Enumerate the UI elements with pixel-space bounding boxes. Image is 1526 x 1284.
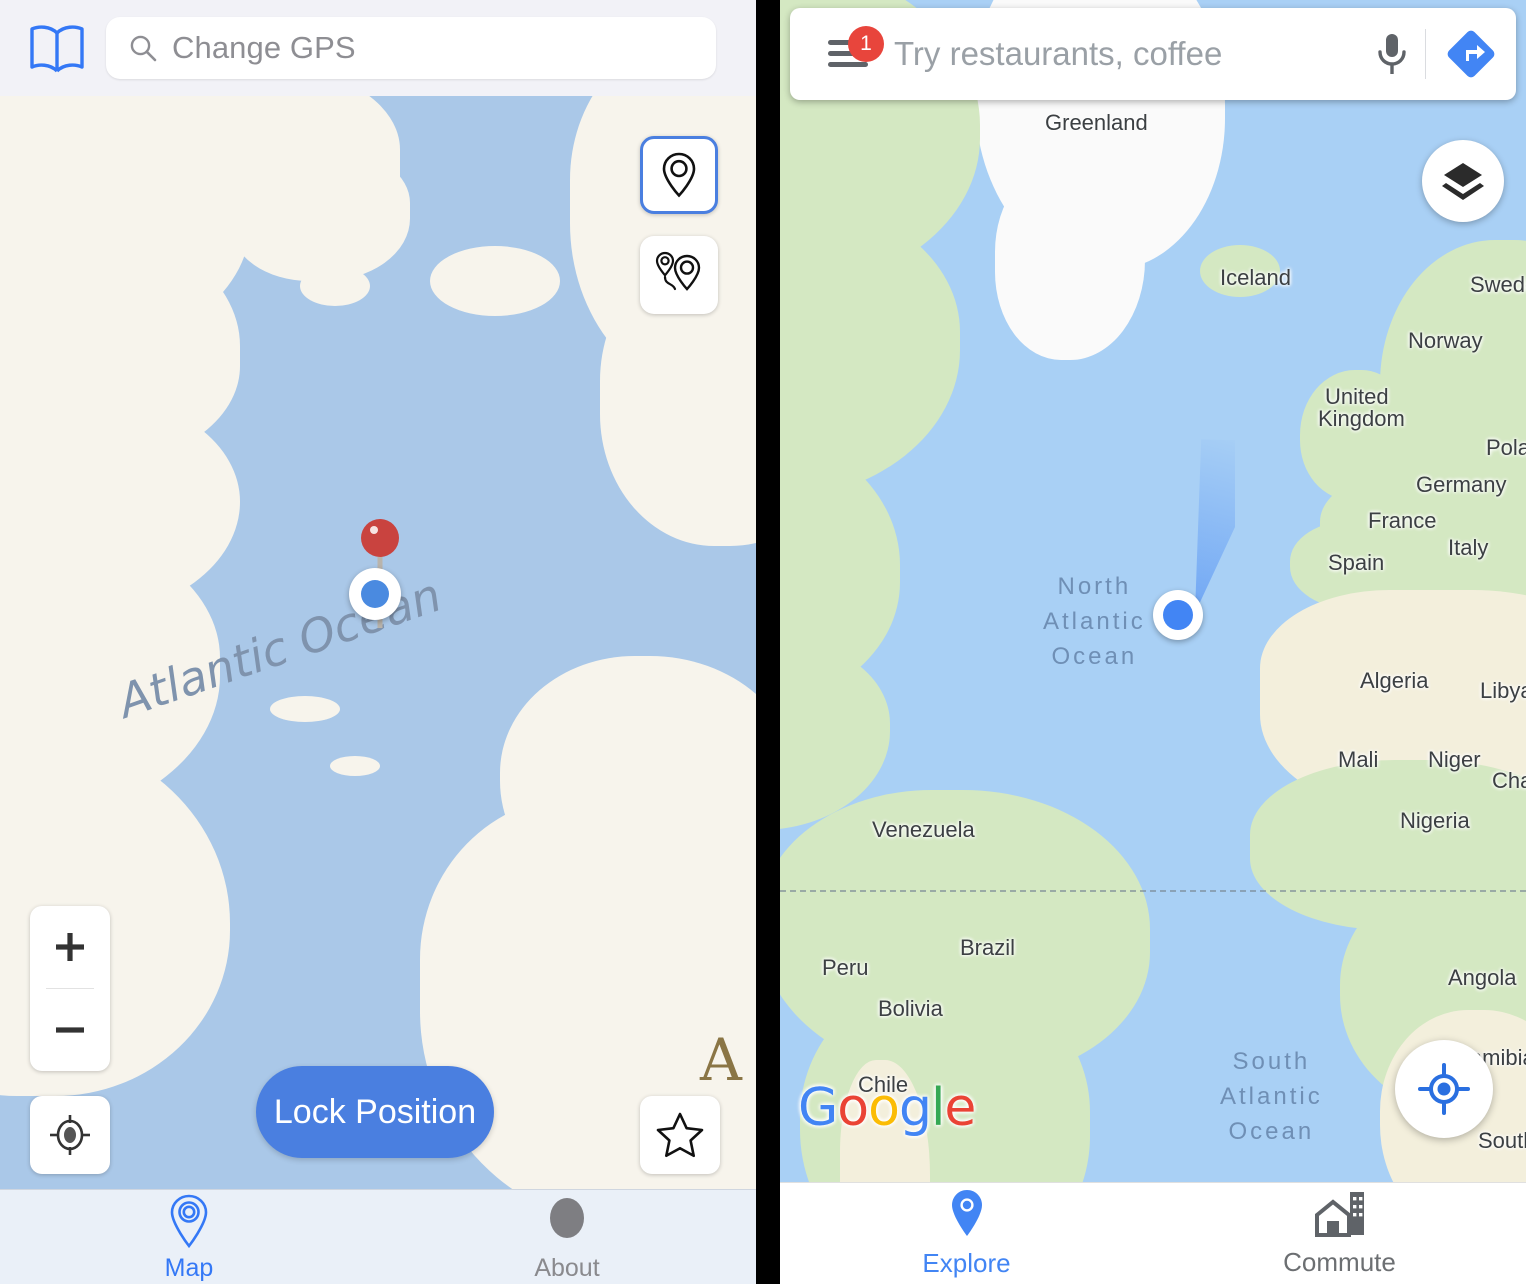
ocean-label: South Atlantic Ocean xyxy=(1220,1048,1323,1145)
search-input[interactable]: Change GPS xyxy=(106,17,716,79)
country-label: Algeria xyxy=(1360,668,1429,693)
locate-crosshair-icon xyxy=(50,1115,90,1155)
left-tab-bar: Map About xyxy=(0,1189,756,1284)
logo-letter: g xyxy=(898,1078,932,1138)
heading-cone xyxy=(1155,425,1275,615)
zoom-in-button[interactable] xyxy=(30,906,110,988)
layers-icon xyxy=(1442,163,1484,200)
landmass-greenland-south xyxy=(995,160,1145,360)
country-label: Nigeria xyxy=(1400,808,1470,833)
country-label: Sweden xyxy=(1470,272,1526,297)
landmass xyxy=(270,696,340,722)
plus-icon xyxy=(56,933,84,961)
country-label: Venezuela xyxy=(872,817,975,842)
country-label: Spain xyxy=(1328,550,1385,575)
search-icon xyxy=(128,33,158,63)
tab-commute[interactable]: Commute xyxy=(1153,1183,1526,1284)
map-pin-icon xyxy=(951,1190,982,1236)
user-location-dot-core xyxy=(1163,600,1193,630)
multi-pin-route-button[interactable] xyxy=(640,236,718,314)
google-search-bar[interactable]: 1 Try restaurants, coffee xyxy=(790,8,1516,100)
right-google-maps-panel: Google GreenlandIcelandSwedenNorwayUnite… xyxy=(780,0,1526,1284)
country-label: Niger xyxy=(1428,747,1481,772)
ocean-label: North Atlantic Ocean xyxy=(1043,573,1146,670)
favorite-button[interactable] xyxy=(640,1096,720,1174)
country-label: South A xyxy=(1478,1128,1526,1153)
country-label: Libya xyxy=(1480,678,1526,703)
country-label: Germany xyxy=(1416,472,1507,497)
logo-letter: G xyxy=(798,1078,838,1138)
landmass xyxy=(430,246,560,316)
google-map-canvas[interactable]: Google GreenlandIcelandSwedenNorwayUnite… xyxy=(780,0,1526,1284)
tab-about[interactable]: About xyxy=(378,1190,756,1284)
user-location-dot-core xyxy=(361,580,389,608)
microphone-icon xyxy=(1378,34,1406,74)
directions-diamond-icon xyxy=(1447,30,1495,78)
circle-icon xyxy=(550,1197,584,1238)
book-icon[interactable] xyxy=(18,22,96,74)
tab-explore-label: Explore xyxy=(922,1248,1011,1278)
landmass xyxy=(230,151,410,281)
country-label: Greenland xyxy=(1045,110,1148,135)
layers-button[interactable] xyxy=(1422,140,1504,222)
continent-initial-label: A xyxy=(700,1026,742,1094)
equator-line xyxy=(780,890,1526,892)
landmass xyxy=(300,266,370,306)
left-map-canvas[interactable]: Atlantic Ocean A Lock Position xyxy=(0,96,756,1189)
country-label: Italy xyxy=(1448,535,1489,560)
single-pin-mode-button[interactable] xyxy=(640,136,718,214)
right-tab-bar: Explore Commute xyxy=(780,1182,1526,1284)
country-label: Chad xyxy=(1492,768,1526,793)
user-location-dot xyxy=(1153,590,1203,640)
menu-button[interactable]: 1 xyxy=(828,26,884,74)
country-label: Poland xyxy=(1486,435,1526,460)
lock-position-button[interactable]: Lock Position xyxy=(256,1066,494,1158)
country-label: Peru xyxy=(822,955,869,980)
multi-pin-route-icon xyxy=(655,251,701,291)
directions-button[interactable] xyxy=(1426,27,1516,81)
menu-badge: 1 xyxy=(848,26,884,62)
pin-icon xyxy=(662,152,696,198)
country-label: France xyxy=(1368,508,1437,533)
locate-me-button[interactable] xyxy=(30,1096,110,1174)
user-location-dot xyxy=(349,568,401,620)
tab-map-label: Map xyxy=(164,1253,214,1282)
tab-about-label: About xyxy=(534,1253,600,1282)
my-location-button[interactable] xyxy=(1395,1040,1493,1138)
country-label: Kingdom xyxy=(1318,406,1405,431)
tab-commute-label: Commute xyxy=(1283,1247,1396,1277)
voice-search-button[interactable] xyxy=(1359,31,1425,77)
country-label: Norway xyxy=(1408,328,1483,353)
country-label: Angola xyxy=(1448,965,1517,990)
search-placeholder: Try restaurants, coffee xyxy=(894,35,1223,72)
landmass xyxy=(330,756,380,776)
left-gps-app-panel: Atlantic Ocean A Lock Position Change GP… xyxy=(0,0,756,1284)
logo-letter: o xyxy=(837,1078,869,1138)
logo-letter: e xyxy=(944,1078,976,1138)
logo-letter: l xyxy=(930,1078,945,1138)
zoom-out-button[interactable] xyxy=(30,989,110,1071)
country-label: Brazil xyxy=(960,935,1016,960)
country-label: Mali xyxy=(1338,747,1379,772)
tab-explore[interactable]: Explore xyxy=(780,1183,1153,1284)
zoom-controls[interactable] xyxy=(30,906,110,1071)
star-outline-icon xyxy=(656,1112,704,1158)
left-toolbar: Change GPS xyxy=(0,0,756,96)
country-label: Iceland xyxy=(1220,265,1291,290)
my-location-icon xyxy=(1418,1063,1470,1115)
country-label: Bolivia xyxy=(878,996,943,1021)
logo-letter: o xyxy=(868,1078,900,1138)
dual-app-screenshot: Atlantic Ocean A Lock Position Change GP… xyxy=(0,0,1526,1284)
minus-icon xyxy=(56,1027,84,1033)
search-placeholder: Change GPS xyxy=(172,30,356,65)
tab-map[interactable]: Map xyxy=(0,1190,378,1284)
buildings-icon xyxy=(1314,1192,1364,1237)
map-pin-icon xyxy=(170,1194,208,1248)
google-watermark: Google xyxy=(798,1078,976,1138)
